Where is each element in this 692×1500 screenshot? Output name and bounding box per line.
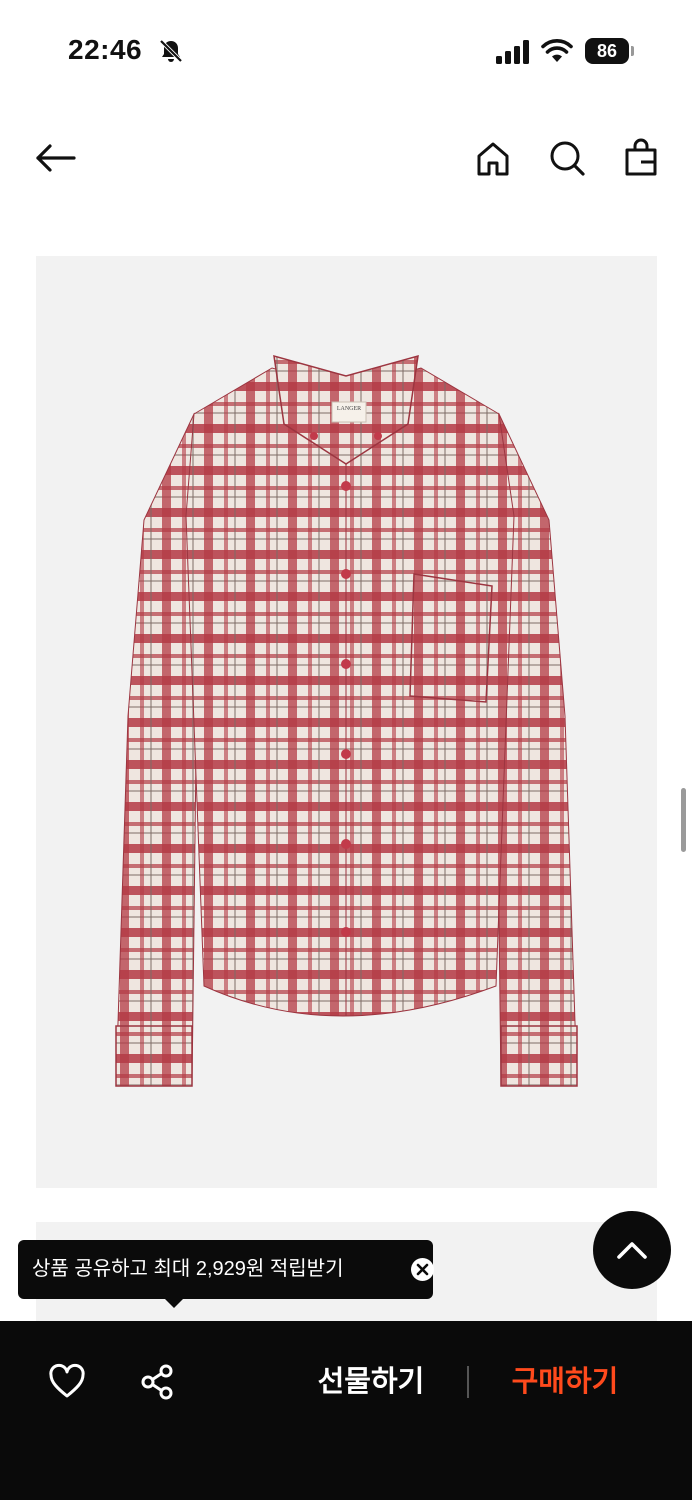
home-button[interactable] — [471, 136, 515, 180]
chevron-up-icon — [617, 1242, 647, 1259]
nav-header — [0, 120, 692, 196]
home-icon — [477, 142, 509, 176]
signal-icon — [496, 40, 529, 64]
tooltip-text: 상품 공유하고 최대 2,929원 적립받기 — [32, 1258, 344, 1280]
product-image[interactable]: LANGER — [36, 256, 657, 1188]
battery-cap — [631, 46, 634, 56]
bell-off-icon — [159, 39, 183, 63]
heart-icon — [49, 1363, 85, 1398]
gift-button[interactable]: 선물하기 — [296, 1357, 446, 1407]
scroll-to-top-button[interactable] — [593, 1211, 671, 1289]
status-time: 22:46 — [68, 34, 143, 65]
bottom-action-bar: 선물하기 구매하기 — [0, 1321, 692, 1500]
back-arrow-icon — [36, 144, 76, 172]
battery-icon: 86 — [585, 38, 635, 64]
shopping-bag-icon — [625, 138, 657, 176]
bar-divider — [467, 1366, 469, 1398]
shopping-bag-button[interactable] — [619, 136, 663, 180]
scroll-indicator — [681, 788, 686, 852]
share-icon — [141, 1364, 173, 1400]
wifi-icon — [541, 39, 573, 62]
buy-button[interactable]: 구매하기 — [490, 1357, 640, 1407]
tooltip-arrow — [164, 1298, 184, 1308]
like-button[interactable] — [44, 1359, 90, 1405]
share-reward-tooltip: 상품 공유하고 최대 2,929원 적립받기 — [18, 1240, 434, 1308]
status-bar: 22:46 86 — [0, 0, 692, 100]
close-icon — [416, 1263, 429, 1276]
share-button[interactable] — [134, 1359, 180, 1405]
search-icon — [550, 141, 585, 176]
brand-label: LANGER — [336, 406, 362, 412]
back-button[interactable] — [34, 136, 78, 180]
tooltip-close-button[interactable] — [411, 1258, 434, 1281]
search-button[interactable] — [545, 136, 589, 180]
plaid-shirt-illustration — [115, 354, 578, 1087]
battery-level: 86 — [585, 38, 629, 64]
